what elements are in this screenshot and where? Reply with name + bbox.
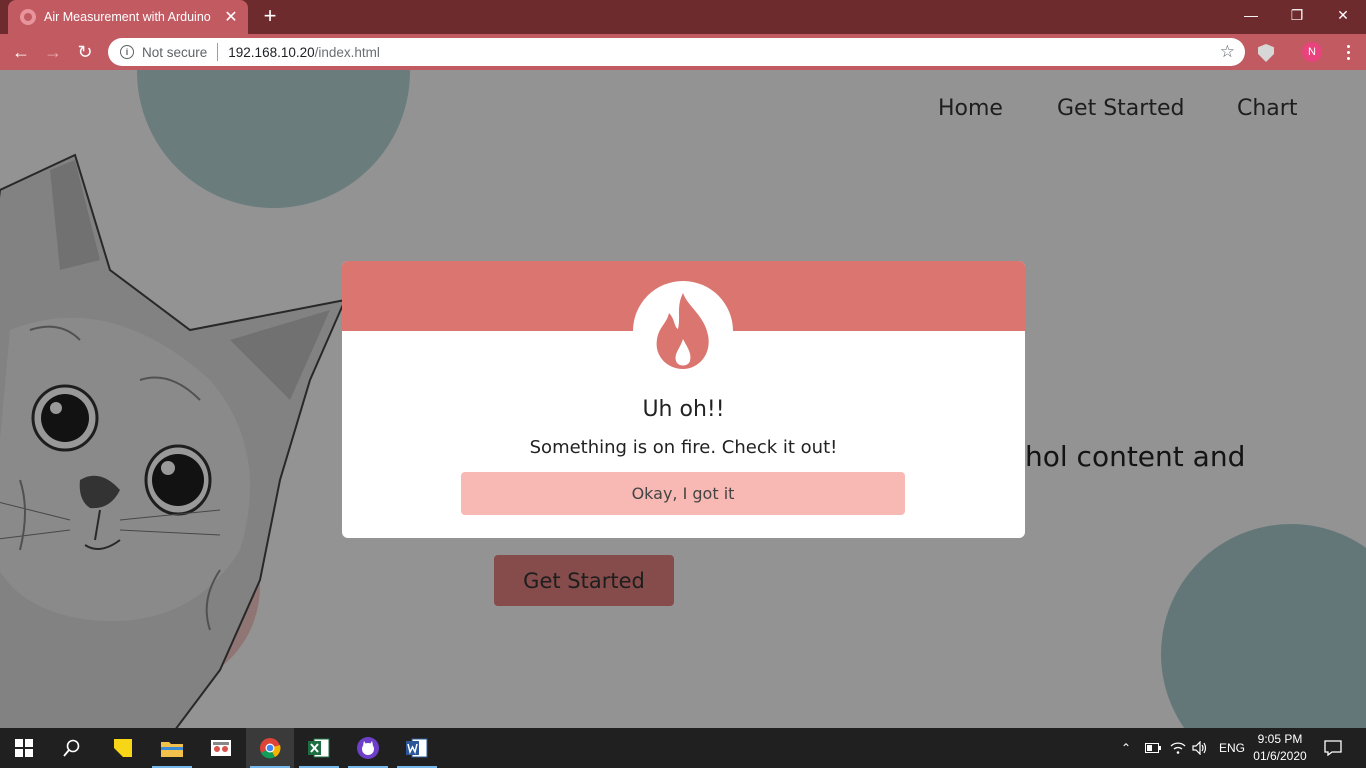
chrome-icon[interactable] bbox=[246, 728, 294, 768]
bookmark-star-icon[interactable]: ☆ bbox=[1220, 42, 1235, 62]
tab-title: Air Measurement with Arduino bbox=[44, 10, 211, 24]
favicon-icon bbox=[20, 9, 36, 25]
omnibox-separator bbox=[217, 43, 219, 61]
file-explorer-icon[interactable] bbox=[148, 728, 196, 768]
profile-avatar[interactable]: N bbox=[1302, 42, 1322, 62]
windows-taskbar: ⌃ ENG 9:05 PM 01/6/2020 bbox=[0, 728, 1366, 768]
browser-menu-icon[interactable] bbox=[1338, 40, 1358, 64]
action-center-icon[interactable] bbox=[1324, 728, 1342, 768]
back-arrow-icon[interactable]: ← bbox=[8, 40, 34, 64]
reload-icon[interactable]: ↻ bbox=[72, 40, 98, 64]
new-tab-button[interactable]: + bbox=[258, 4, 282, 28]
minimize-button[interactable]: — bbox=[1228, 0, 1274, 30]
modal-title: Uh oh!! bbox=[642, 397, 725, 422]
security-label: Not secure bbox=[142, 44, 208, 60]
modal-icon-badge bbox=[633, 281, 733, 381]
show-hidden-icons-icon[interactable]: ⌃ bbox=[1121, 728, 1131, 768]
volume-icon[interactable] bbox=[1192, 728, 1208, 768]
url-host: 192.168.10.20 bbox=[228, 44, 315, 60]
wifi-icon[interactable] bbox=[1170, 728, 1186, 768]
battery-icon[interactable] bbox=[1145, 728, 1161, 768]
modal-confirm-button[interactable]: Okay, I got it bbox=[461, 472, 905, 515]
clock-time: 9:05 PM bbox=[1257, 732, 1303, 746]
forward-arrow-icon[interactable]: → bbox=[40, 40, 66, 64]
search-icon[interactable] bbox=[48, 728, 96, 768]
browser-toolbar: ← → ↻ i Not secure 192.168.10.20/index.h… bbox=[0, 34, 1366, 70]
snipping-tool-icon[interactable] bbox=[197, 728, 245, 768]
restore-button[interactable]: ❐ bbox=[1274, 0, 1320, 30]
browser-tab[interactable]: Air Measurement with Arduino ✕ bbox=[8, 0, 248, 34]
word-icon[interactable] bbox=[393, 728, 441, 768]
close-window-button[interactable]: ✕ bbox=[1320, 0, 1366, 30]
excel-icon[interactable] bbox=[295, 728, 343, 768]
fire-icon bbox=[656, 293, 709, 369]
input-language[interactable]: ENG bbox=[1219, 728, 1245, 768]
system-clock[interactable]: 9:05 PM 01/6/2020 bbox=[1250, 731, 1310, 765]
url-path: /index.html bbox=[314, 44, 380, 60]
browser-tabbar: Air Measurement with Arduino ✕ + — ❐ ✕ bbox=[0, 0, 1366, 34]
modal-message: Something is on fire. Check it out! bbox=[529, 437, 838, 458]
sticky-notes-icon[interactable] bbox=[99, 728, 147, 768]
web-page: Home Get Started Chart hol content and G… bbox=[0, 70, 1366, 728]
info-icon[interactable]: i bbox=[120, 45, 134, 59]
alert-modal: Uh oh!! Something is on fire. Check it o… bbox=[342, 261, 1025, 538]
clock-date: 01/6/2020 bbox=[1253, 749, 1307, 763]
tab-close-icon[interactable]: ✕ bbox=[222, 7, 240, 27]
start-icon[interactable] bbox=[0, 728, 48, 768]
github-desktop-icon[interactable] bbox=[344, 728, 392, 768]
address-bar[interactable]: i Not secure 192.168.10.20/index.html ☆ bbox=[108, 38, 1245, 66]
